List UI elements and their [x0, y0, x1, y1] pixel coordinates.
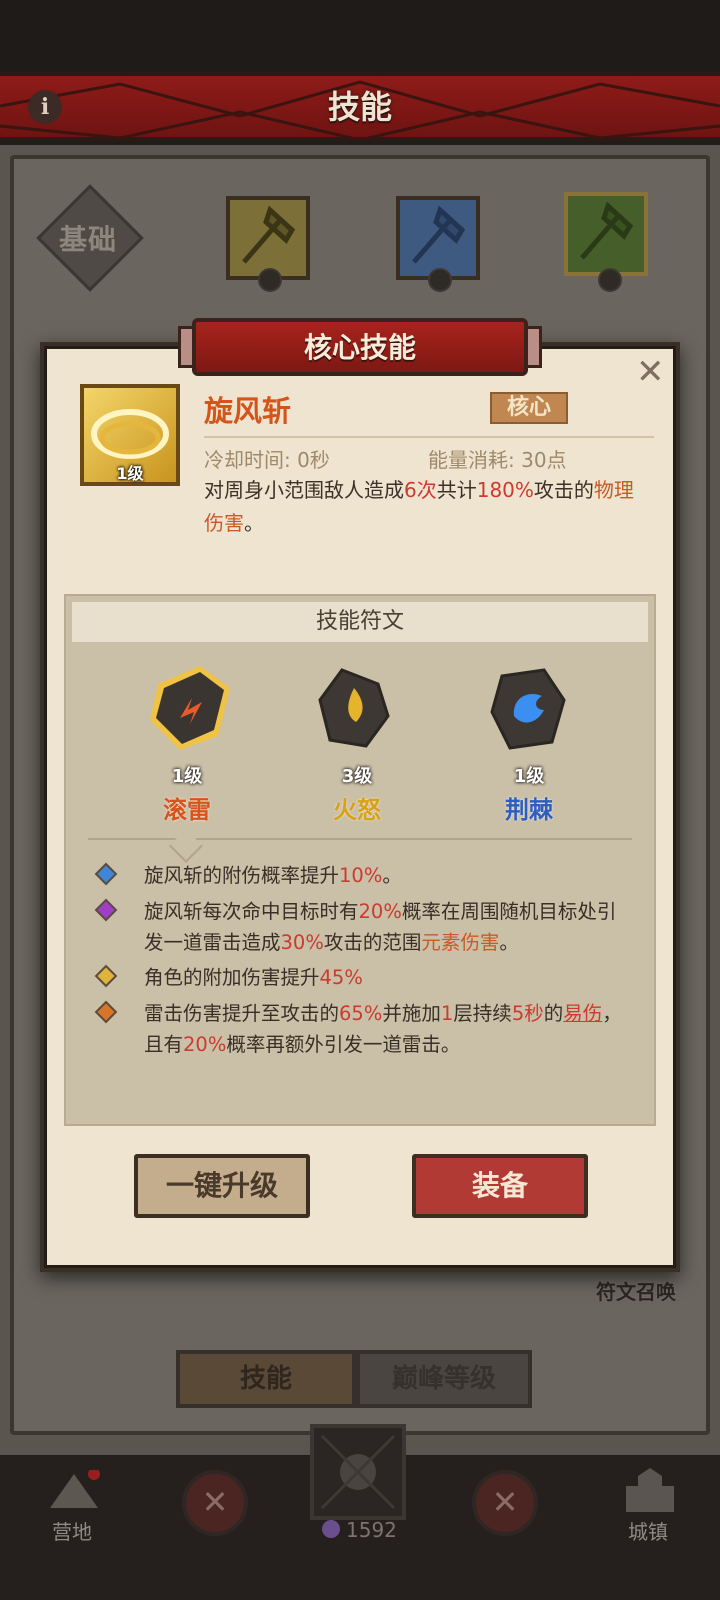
locked-slot-left-icon[interactable]: ✕: [182, 1470, 248, 1536]
equip-button[interactable]: 装备: [412, 1154, 588, 1218]
nav-town-label[interactable]: 城镇: [628, 1516, 668, 1545]
locked-slot-right-icon[interactable]: ✕: [472, 1470, 538, 1536]
close-icon[interactable]: ✕: [636, 352, 665, 392]
info-icon[interactable]: i: [28, 90, 62, 124]
rune-2-name: 火怒: [333, 796, 381, 824]
divider: [204, 436, 654, 438]
modal-title: 核心技能: [303, 331, 416, 364]
cooldown-text: 冷却时间: 0秒: [204, 448, 330, 472]
rune-3-level: 1级: [513, 766, 545, 787]
rune-effect-4: 雷击伤害提升至攻击的65%并施加1层持续5秒的易伤，且有20%概率再额外引发一道…: [94, 998, 634, 1060]
rune-panel-header: 技能符文: [72, 602, 648, 642]
skull-emblem-icon[interactable]: [310, 1424, 406, 1520]
rune-effect-3: 角色的附加伤害提升45%: [94, 962, 634, 993]
one-click-upgrade-button[interactable]: 一键升级: [134, 1154, 310, 1218]
energy-cost-text: 能量消耗: 30点: [428, 448, 567, 472]
rune-2-level: 3级: [341, 766, 373, 787]
page-title: 技能: [327, 88, 392, 126]
rune-effect-2: 旋风斩每次命中目标时有20%概率在周围随机目标处引发一道雷击造成30%攻击的范围…: [94, 896, 634, 958]
rune-summon-label[interactable]: 符文召唤: [596, 1276, 676, 1305]
skill-node-dot: [428, 268, 452, 292]
tab-skills[interactable]: 技能: [176, 1350, 356, 1408]
fire-rage-rune-icon[interactable]: [316, 666, 392, 752]
skill-description: 对周身小范围敌人造成6次共计180%攻击的物理伤害。: [204, 478, 634, 535]
rune-1-level: 1级: [171, 766, 203, 787]
currency-gem-icon: [322, 1520, 340, 1538]
skill-node-dot: [598, 268, 622, 292]
skill-name: 旋风斩: [204, 394, 292, 428]
rune-effect-1: 旋风斩的附伤概率提升10%。: [94, 860, 634, 891]
rune-1-name: 滚雷: [163, 796, 211, 824]
axe-skill-green-icon[interactable]: [564, 192, 648, 276]
tab-peak-level[interactable]: 巅峰等级: [356, 1350, 532, 1408]
skill-level: 1级: [116, 464, 144, 483]
base-tab-label: 基础: [58, 223, 117, 256]
nav-camp-label[interactable]: 营地: [52, 1516, 92, 1545]
vulnerability-link[interactable]: 易伤: [563, 1002, 602, 1025]
rune-divider: [88, 838, 632, 840]
rolling-thunder-rune-icon[interactable]: [140, 660, 236, 756]
rune-3-name: 荆棘: [505, 796, 553, 824]
status-area: [0, 0, 720, 72]
currency-amount: 1592: [346, 1518, 397, 1542]
core-tag: 核心: [490, 392, 568, 424]
thorns-rune-icon[interactable]: [488, 666, 568, 752]
tent-icon: [46, 1468, 102, 1510]
skill-node-dot: [258, 268, 282, 292]
castle-icon: [620, 1466, 680, 1514]
